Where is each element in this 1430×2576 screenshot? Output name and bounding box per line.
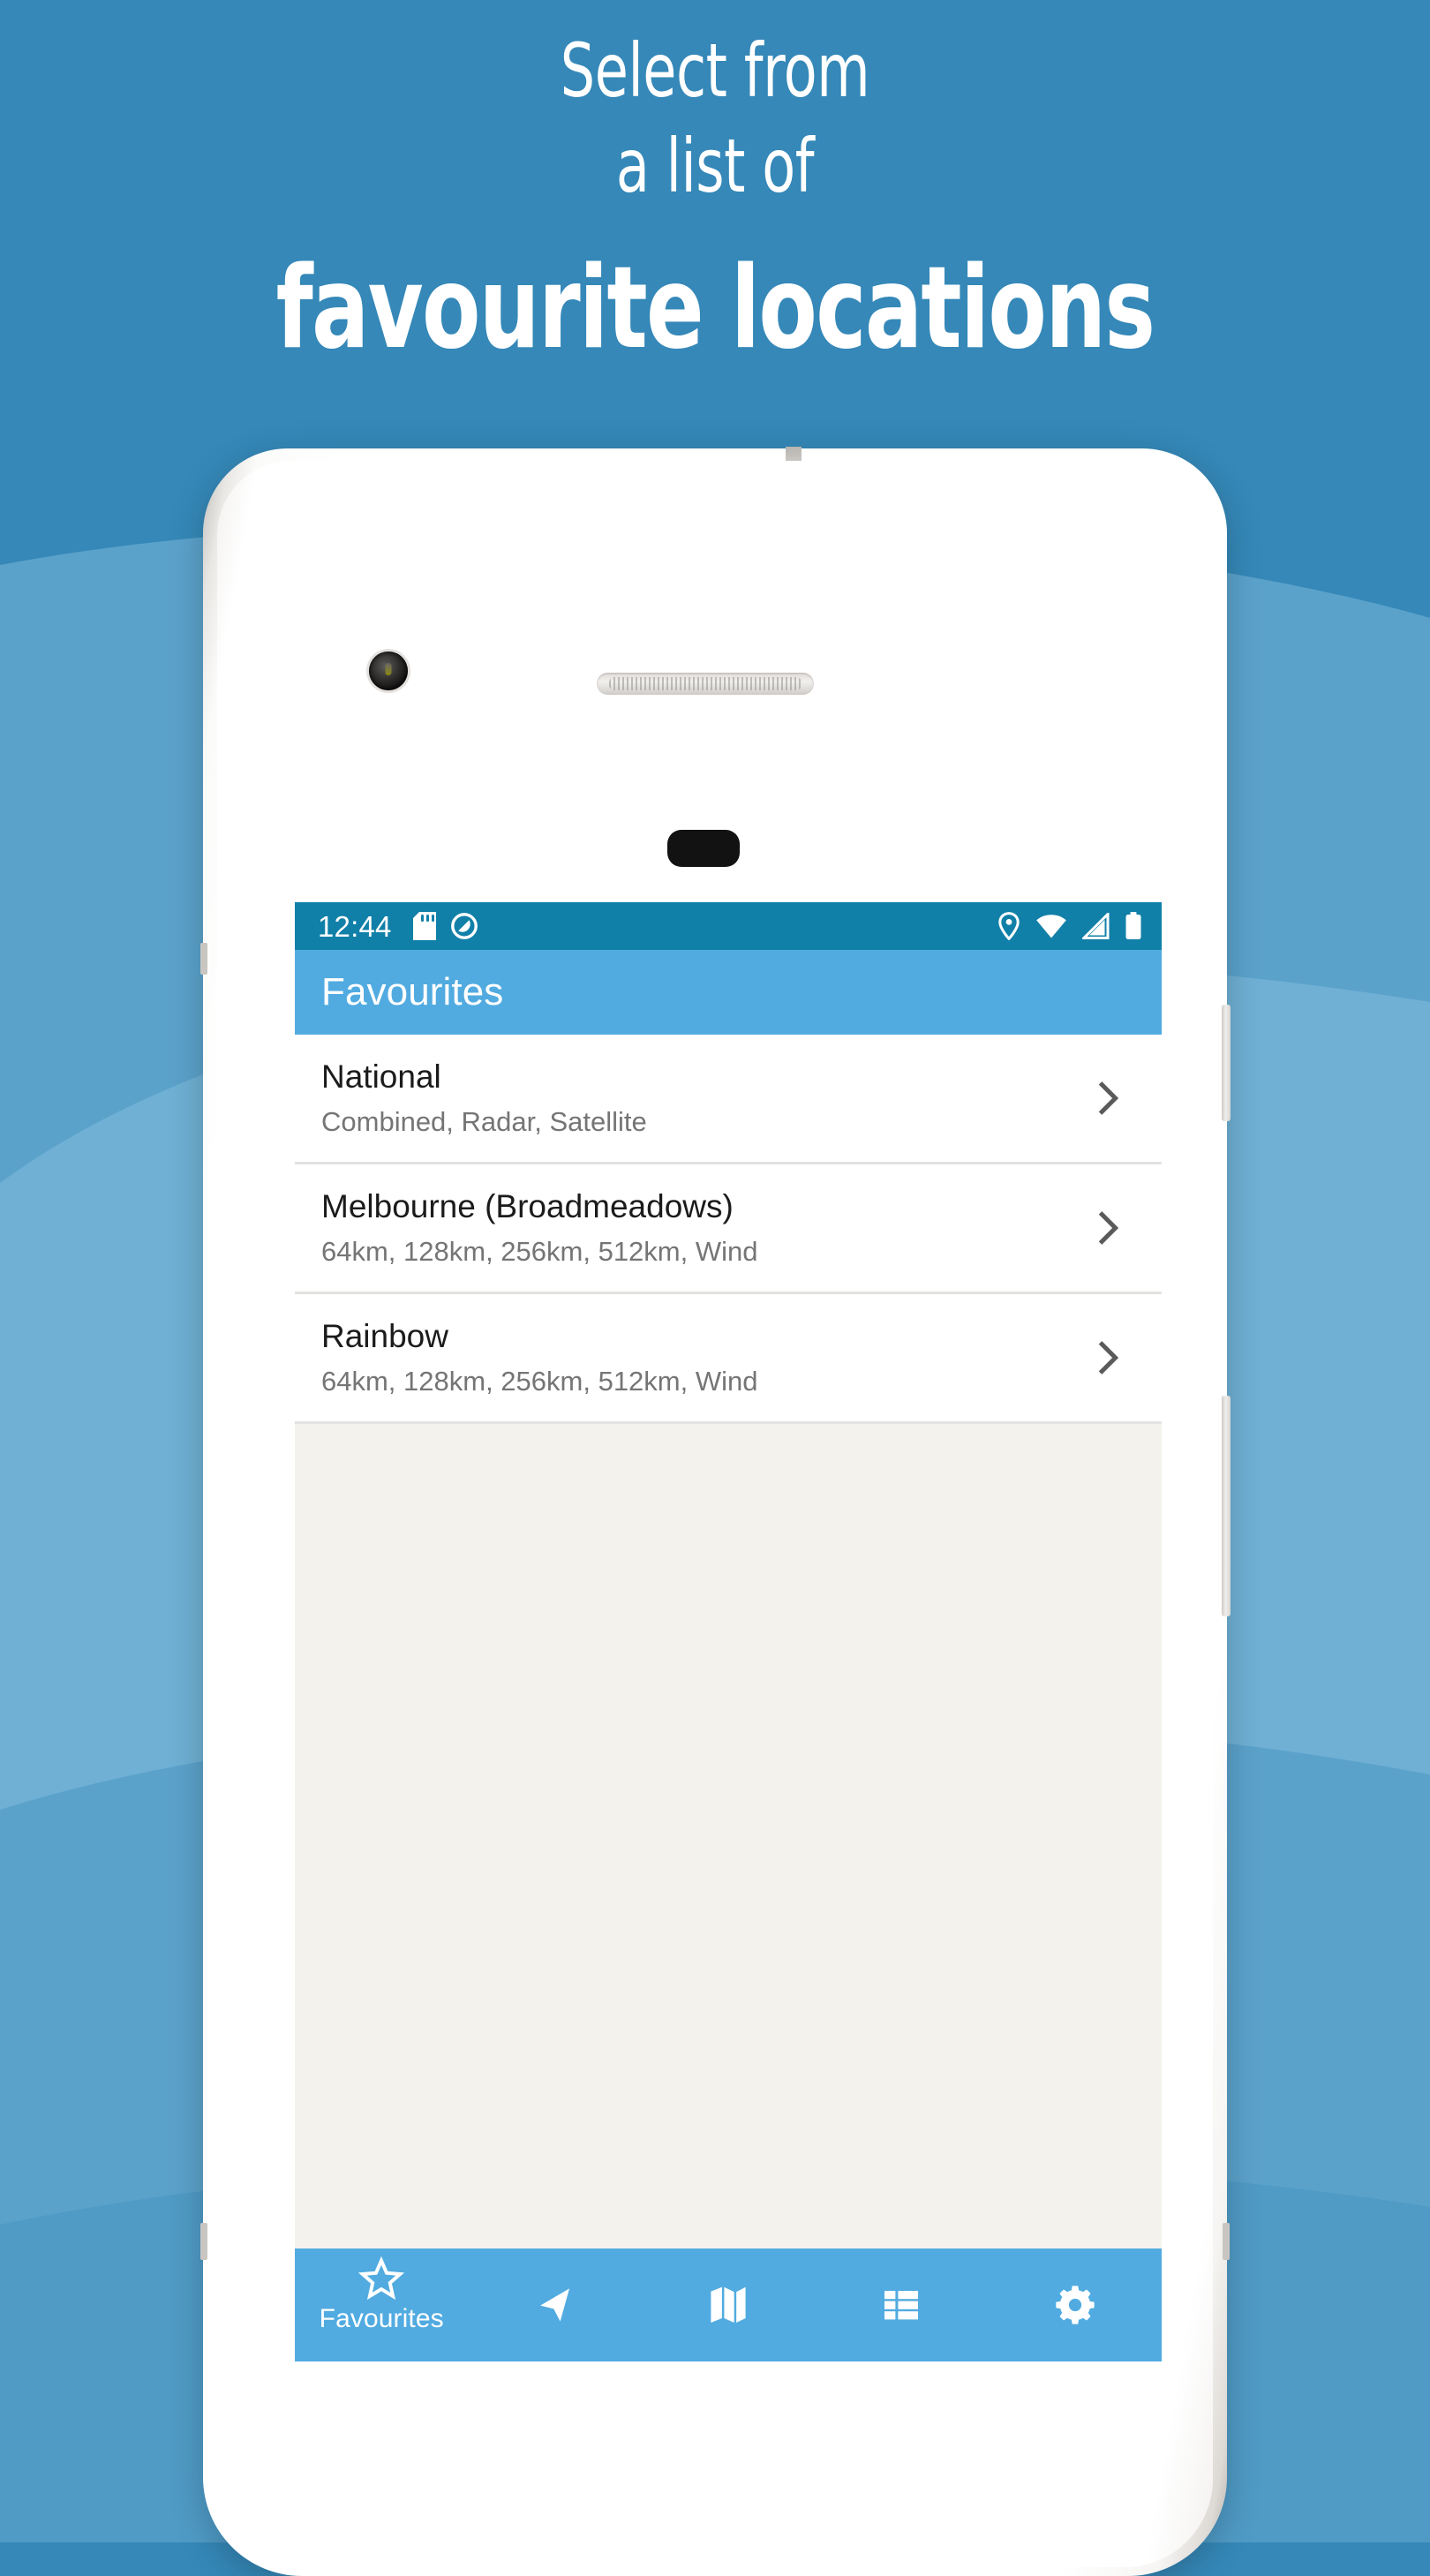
wifi-icon	[1036, 915, 1066, 938]
list-item-texts: National Combined, Radar, Satellite	[321, 1058, 1088, 1137]
list-item-subtitle: 64km, 128km, 256km, 512km, Wind	[321, 1365, 758, 1397]
nav-item-favourites[interactable]: Favourites	[295, 2241, 468, 2361]
phone-front-panel: 12:44 Favourites National Combined, Rada…	[217, 461, 1213, 2567]
sd-card-icon	[412, 912, 436, 940]
volume-rocker[interactable]	[1222, 1396, 1231, 1616]
antenna-band-left	[200, 943, 207, 975]
list-item[interactable]: Melbourne (Broadmeadows) 64km, 128km, 25…	[295, 1164, 1162, 1294]
antenna-band-bottom-right	[1223, 2223, 1230, 2260]
status-bar: 12:44	[295, 902, 1162, 950]
list-item-subtitle: Combined, Radar, Satellite	[321, 1105, 647, 1137]
page-title: Favourites	[321, 970, 504, 1013]
list-item-title: Melbourne (Broadmeadows)	[321, 1188, 734, 1225]
list-item-title: National	[321, 1058, 441, 1096]
list-item[interactable]: Rainbow 64km, 128km, 256km, 512km, Wind	[295, 1294, 1162, 1424]
phone-screen: 12:44 Favourites National Combined, Rada…	[295, 902, 1162, 2361]
list-item-title: Rainbow	[321, 1318, 448, 1355]
status-clock: 12:44	[318, 909, 392, 943]
promo-line-1: Select from	[560, 27, 870, 114]
star-outline-icon	[358, 2256, 405, 2301]
app-bar: Favourites	[295, 950, 1162, 1035]
proximity-sensor	[667, 830, 740, 867]
camera-lens-dot	[385, 663, 392, 676]
bottom-navigation-bar: Favourites	[295, 2248, 1162, 2361]
settings-gear-icon	[1056, 2286, 1095, 2324]
location-pin-icon	[998, 912, 1020, 940]
nav-item-navigation[interactable]	[468, 2248, 641, 2361]
list-item[interactable]: National Combined, Radar, Satellite	[295, 1035, 1162, 1164]
chevron-right-icon	[1098, 1341, 1119, 1375]
nav-item-list[interactable]	[815, 2248, 988, 2361]
list-item-texts: Melbourne (Broadmeadows) 64km, 128km, 25…	[321, 1188, 1088, 1267]
nav-item-map[interactable]	[642, 2248, 815, 2361]
status-bar-right-icons	[997, 912, 1142, 940]
promo-line-3: favourite locations	[275, 243, 1155, 374]
map-icon	[711, 2286, 746, 2323]
chevron-right-icon	[1098, 1081, 1119, 1115]
phone-mockup: 12:44 Favourites National Combined, Rada…	[200, 447, 1231, 2576]
status-bar-left-icons	[412, 912, 478, 940]
navigation-arrow-icon	[539, 2288, 569, 2322]
power-button[interactable]	[1222, 1005, 1231, 1121]
do-not-disturb-icon	[450, 913, 478, 939]
antenna-band-bottom-left	[200, 2223, 207, 2260]
front-camera-icon	[369, 652, 408, 690]
battery-icon	[1125, 912, 1141, 939]
list-item-texts: Rainbow 64km, 128km, 256km, 512km, Wind	[321, 1318, 1088, 1397]
earpiece-speaker	[597, 673, 814, 695]
nav-item-label: Favourites	[319, 2304, 444, 2333]
chevron-right-icon	[1098, 1211, 1119, 1245]
cell-signal-icon	[1082, 913, 1110, 939]
promo-line-2: a list of	[615, 123, 815, 209]
list-icon	[884, 2291, 919, 2320]
nav-item-settings[interactable]	[989, 2248, 1162, 2361]
phone-body: 12:44 Favourites National Combined, Rada…	[200, 447, 1231, 2576]
promo-headline: Select from a list of favourite location…	[0, 0, 1430, 374]
list-item-subtitle: 64km, 128km, 256km, 512km, Wind	[321, 1235, 758, 1267]
favourites-list: National Combined, Radar, Satellite Melb…	[295, 1035, 1162, 1424]
